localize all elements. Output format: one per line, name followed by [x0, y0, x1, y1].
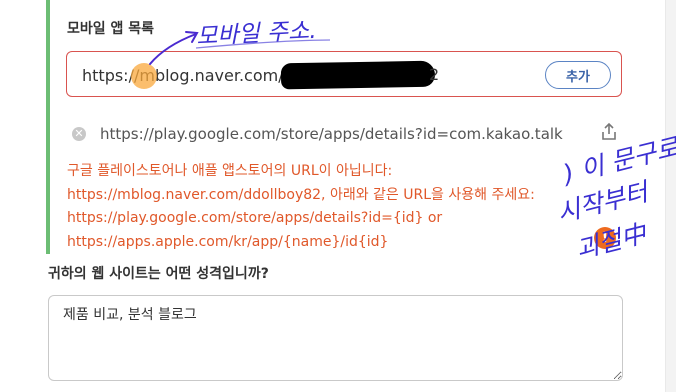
highlight-marker	[131, 63, 157, 89]
error-line: https://apps.apple.com/kr/app/{name}/id{…	[67, 233, 389, 250]
handwritten-note-top: 모바일 주소.	[195, 17, 318, 51]
site-type-answer-field[interactable]: 제품 비교, 분석 블로그	[48, 295, 623, 381]
error-line: https://mblog.naver.com/ddollboy82, 아래와 …	[67, 186, 535, 203]
section-accent-bar	[46, 0, 50, 254]
url-input-group: 2 추가	[66, 51, 622, 97]
list-item: ✕ https://play.google.com/store/apps/det…	[70, 122, 626, 148]
url-visible-suffix: 2	[429, 65, 440, 84]
share-icon[interactable]	[600, 122, 618, 142]
section-title: 모바일 앱 목록	[67, 21, 155, 37]
error-line: https://play.google.com/store/apps/detai…	[67, 210, 443, 226]
page-scroll-edge	[665, 0, 676, 392]
add-button[interactable]: 추가	[545, 61, 611, 89]
redaction-scribble	[280, 60, 436, 90]
error-line: 구글 플레이스토어나 애플 앱스토어의 URL이 아닙니다:	[67, 163, 393, 179]
site-type-question: 귀하의 웹 사이트는 어떤 성격입니까?	[48, 266, 269, 282]
app-url-text: https://play.google.com/store/apps/detai…	[100, 125, 563, 143]
error-message: 구글 플레이스토어나 애플 앱스토어의 URL이 아닙니다: https://m…	[67, 160, 567, 254]
remove-circle-icon[interactable]: ✕	[72, 127, 86, 141]
